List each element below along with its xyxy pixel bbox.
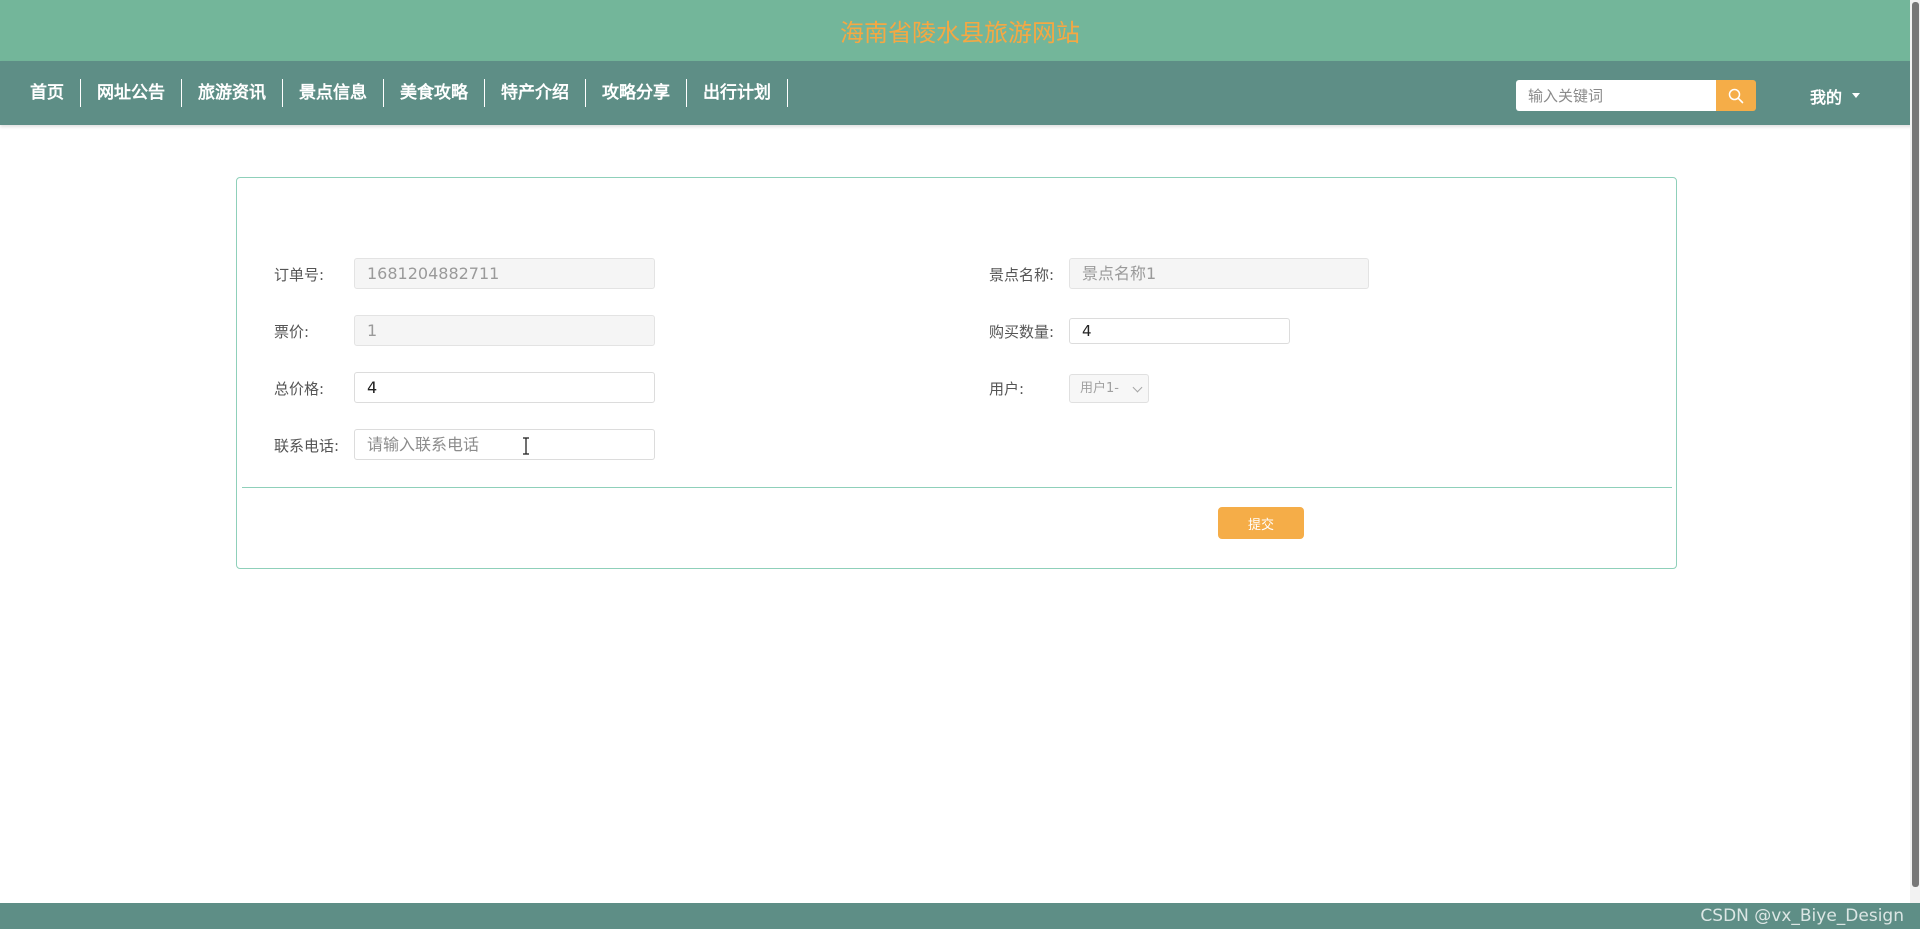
nav-item-travel-news[interactable]: 旅游资讯 [182,79,283,107]
scenic-name-field: 景点名称1 [1069,258,1369,289]
watermark: CSDN @vx_Biye_Design [1700,906,1904,926]
text-cursor-icon [523,437,529,455]
caret-down-icon [1852,93,1861,98]
nav-item-travel-plan[interactable]: 出行计划 [687,79,788,107]
nav-item-specialties[interactable]: 特产介绍 [485,79,586,107]
user-label: 用户: [989,380,1025,398]
user-select-value: 用户1- [1080,381,1119,396]
nav-menu: 首页 网址公告 旅游资讯 景点信息 美食攻略 特产介绍 攻略分享 出行计划 [14,61,788,125]
search-icon [1728,88,1744,103]
scenic-name-label: 景点名称: [989,266,1055,284]
submit-button[interactable]: 提交 [1218,507,1304,539]
title-bar: 海南省陵水县旅游网站 [0,0,1920,61]
search-button[interactable] [1716,80,1756,111]
ticket-price-field: 1 [354,315,655,346]
site-title: 海南省陵水县旅游网站 [840,19,1080,47]
page: 海南省陵水县旅游网站 首页 网址公告 旅游资讯 景点信息 美食攻略 特产介绍 攻… [0,0,1920,929]
phone-label: 联系电话: [274,437,340,455]
nav-item-announcements[interactable]: 网址公告 [81,79,182,107]
order-no-field: 1681204882711 [354,258,655,289]
chevron-down-icon [1132,382,1143,393]
quantity-label: 购买数量: [989,323,1055,341]
nav-item-home[interactable]: 首页 [14,79,81,107]
user-menu-dropdown[interactable]: 我的 [1810,80,1861,111]
total-price-label: 总价格: [274,380,325,398]
nav-item-food-guide[interactable]: 美食攻略 [384,79,485,107]
search-box [1516,80,1756,111]
nav-item-guide-sharing[interactable]: 攻略分享 [586,79,687,107]
user-menu-label: 我的 [1810,87,1843,107]
total-price-input[interactable]: 4 [354,372,655,403]
footer: CSDN @vx_Biye_Design [0,903,1920,929]
nav-item-scenic-info[interactable]: 景点信息 [283,79,384,107]
scrollbar-thumb[interactable] [1912,2,1919,887]
quantity-input[interactable]: 4 [1069,318,1290,344]
ticket-price-label: 票价: [274,323,310,341]
form-divider [242,487,1672,488]
phone-input[interactable]: 请输入联系电话 [354,429,655,460]
search-input[interactable] [1516,80,1716,111]
order-no-label: 订单号: [274,266,325,284]
user-select[interactable]: 用户1- [1069,374,1149,403]
